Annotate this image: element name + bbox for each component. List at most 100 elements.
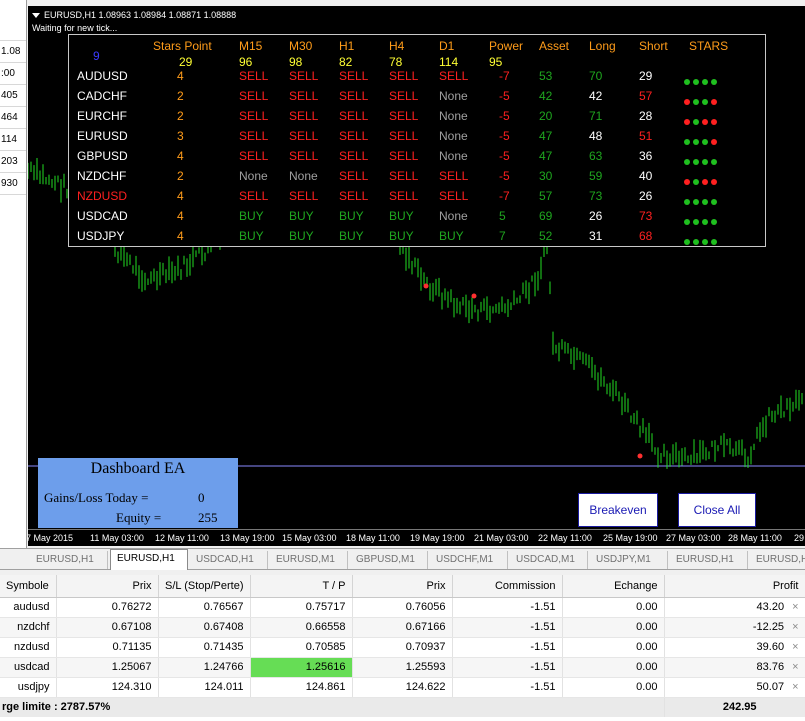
- trade-row[interactable]: nzdchf 0.67108 0.67408 0.66558 0.67166 -1.51 0…: [0, 617, 805, 638]
- dashboard-long-cell: 59: [589, 169, 603, 183]
- dashboard-h4-cell: BUY: [389, 209, 414, 223]
- dashboard-asset-cell: 52: [539, 229, 553, 243]
- time-axis-label: 29 M: [794, 533, 805, 543]
- trade-value-cell: 1.25067: [56, 657, 159, 678]
- dashboard-h4-cell: SELL: [389, 69, 419, 83]
- trade-row[interactable]: usdcad 1.25067 1.24766 1.25616 1.25593 -1.51 0…: [0, 657, 805, 678]
- dashboard-d1-cell: SELL: [439, 189, 469, 203]
- star-dot-icon: [702, 99, 708, 105]
- trade-value: -1.51: [530, 601, 556, 613]
- dashboard-power-cell: -7: [499, 189, 510, 203]
- dashboard-symbol-cell[interactable]: CADCHF: [77, 89, 127, 103]
- trade-column-header[interactable]: Symbole: [0, 575, 57, 598]
- dashboard-symbol-cell[interactable]: GBPUSD: [77, 149, 128, 163]
- tab-chart[interactable]: EURUSD,M1: [270, 551, 348, 569]
- market-watch-value[interactable]: 203: [0, 151, 26, 173]
- market-watch-value[interactable]: 114: [0, 129, 26, 151]
- market-watch-value[interactable]: 464: [0, 107, 26, 129]
- equity-label: Equity =: [116, 510, 162, 525]
- tab-chart[interactable]: EURUSD,H1: [30, 551, 108, 569]
- trade-value-cell: 0.75717: [250, 597, 353, 618]
- trade-row[interactable]: audusd 0.76272 0.76567 0.75717 0.76056 -1.51 0…: [0, 597, 805, 618]
- trade-column-header[interactable]: Profit: [664, 575, 805, 598]
- dashboard-symbol-cell[interactable]: NZDCHF: [77, 169, 126, 183]
- dashboard-symbol-cell[interactable]: AUDUSD: [77, 69, 128, 83]
- time-axis-label: 19 May 19:00: [410, 533, 465, 543]
- close-icon[interactable]: ×: [792, 681, 798, 693]
- dashboard-symbol-cell[interactable]: NZDUSD: [77, 189, 127, 203]
- market-watch-value[interactable]: 930: [0, 173, 26, 195]
- time-axis-label: 28 May 11:00: [728, 533, 782, 543]
- tab-chart[interactable]: GBPUSD,M1: [350, 551, 428, 569]
- dashboard-symbol-cell[interactable]: USDCAD: [77, 209, 128, 223]
- dashboard-h1-cell: SELL: [339, 69, 369, 83]
- trade-value-cell: 0.76272: [56, 597, 159, 618]
- dashboard-long-cell: 71: [589, 109, 603, 123]
- trade-value: 0.00: [636, 621, 658, 633]
- trade-row[interactable]: usdjpy 124.310 124.011 124.861 124.622 -1.51 0…: [0, 677, 805, 698]
- dashboard-h4-cell: SELL: [389, 89, 419, 103]
- trade-column-header[interactable]: Commission: [452, 575, 563, 598]
- tab-chart[interactable]: USDCAD,M1: [510, 551, 588, 569]
- gains-loss-value: 0: [198, 490, 205, 505]
- trade-value: 0.75717: [305, 601, 346, 613]
- tab-chart[interactable]: USDJPY,M1: [590, 551, 668, 569]
- market-watch-value[interactable]: 1.08: [0, 41, 26, 63]
- stars-indicator: [684, 214, 720, 228]
- dropdown-arrow-icon[interactable]: [32, 13, 40, 19]
- trade-column-header[interactable]: S/L (Stop/Perte): [158, 575, 251, 598]
- tab-chart[interactable]: EURUSD,H1: [750, 551, 805, 569]
- dashboard-symbol-cell[interactable]: EURCHF: [77, 109, 127, 123]
- star-dot-icon: [693, 99, 699, 105]
- star-dot-icon: [684, 99, 690, 105]
- star-dot-icon: [711, 79, 717, 85]
- close-icon[interactable]: ×: [792, 601, 798, 613]
- trade-value-cell: 83.76 ×: [664, 657, 805, 678]
- dashboard-h1-cell: BUY: [339, 209, 364, 223]
- star-dot-icon: [684, 199, 690, 205]
- dashboard-header-value: 29: [179, 55, 193, 69]
- trade-value: 0.76056: [405, 601, 446, 613]
- dashboard-power-cell: 7: [499, 229, 506, 243]
- dashboard-symbol-cell[interactable]: EURUSD: [77, 129, 128, 143]
- trade-marker-icon: [423, 283, 429, 289]
- tab-chart[interactable]: USDCAD,H1: [190, 551, 268, 569]
- dashboard-short-cell: 29: [639, 69, 653, 83]
- breakeven-button[interactable]: Breakeven: [578, 493, 658, 527]
- tab-chart[interactable]: EURUSD,H1: [110, 549, 188, 570]
- close-icon[interactable]: ×: [792, 661, 798, 673]
- trade-value: audusd: [13, 601, 50, 613]
- dashboard-h4-cell: SELL: [389, 189, 419, 203]
- star-dot-icon: [693, 179, 699, 185]
- tab-chart[interactable]: EURUSD,H1: [670, 551, 748, 569]
- trade-column-header[interactable]: Echange: [562, 575, 665, 598]
- dashboard-header-stars-point: Stars Point: [153, 39, 212, 53]
- dashboard-symbol-cell[interactable]: USDJPY: [77, 229, 124, 243]
- dashboard-stars-cell: 4: [177, 209, 184, 223]
- price-chart[interactable]: EURUSD,H1 1.08963 1.08984 1.08871 1.0888…: [28, 6, 805, 546]
- trade-value: nzdusd: [14, 641, 50, 653]
- trade-symbol-cell: nzdchf: [0, 617, 57, 638]
- market-watch-value[interactable]: 405: [0, 85, 26, 107]
- star-dot-icon: [702, 219, 708, 225]
- market-watch-value[interactable]: :00: [0, 63, 26, 85]
- tab-chart[interactable]: USDCHF,M1: [430, 551, 508, 569]
- trade-column-header[interactable]: T / P: [250, 575, 353, 598]
- trade-column-header[interactable]: Prix: [56, 575, 159, 598]
- dashboard-m15-cell: SELL: [239, 109, 269, 123]
- trade-column-header[interactable]: Prix: [352, 575, 453, 598]
- close-all-button[interactable]: Close All: [678, 493, 756, 527]
- dashboard-m15-cell: BUY: [239, 229, 264, 243]
- dashboard-stars-cell: 2: [177, 109, 184, 123]
- trade-symbol-cell: nzdusd: [0, 637, 57, 658]
- dashboard-stars-cell: 4: [177, 189, 184, 203]
- close-icon[interactable]: ×: [792, 621, 798, 633]
- dashboard-asset-cell: 20: [539, 109, 553, 123]
- trade-value: 0.00: [636, 641, 658, 653]
- close-icon[interactable]: ×: [792, 641, 798, 653]
- dashboard-asset-cell: 57: [539, 189, 553, 203]
- dashboard-m30-cell: SELL: [289, 89, 319, 103]
- trade-value-cell: 1.24766: [158, 657, 251, 678]
- trade-row[interactable]: nzdusd 0.71135 0.71435 0.70585 0.70937 -1.51 0…: [0, 637, 805, 658]
- dashboard-header-d1: D1: [439, 39, 455, 53]
